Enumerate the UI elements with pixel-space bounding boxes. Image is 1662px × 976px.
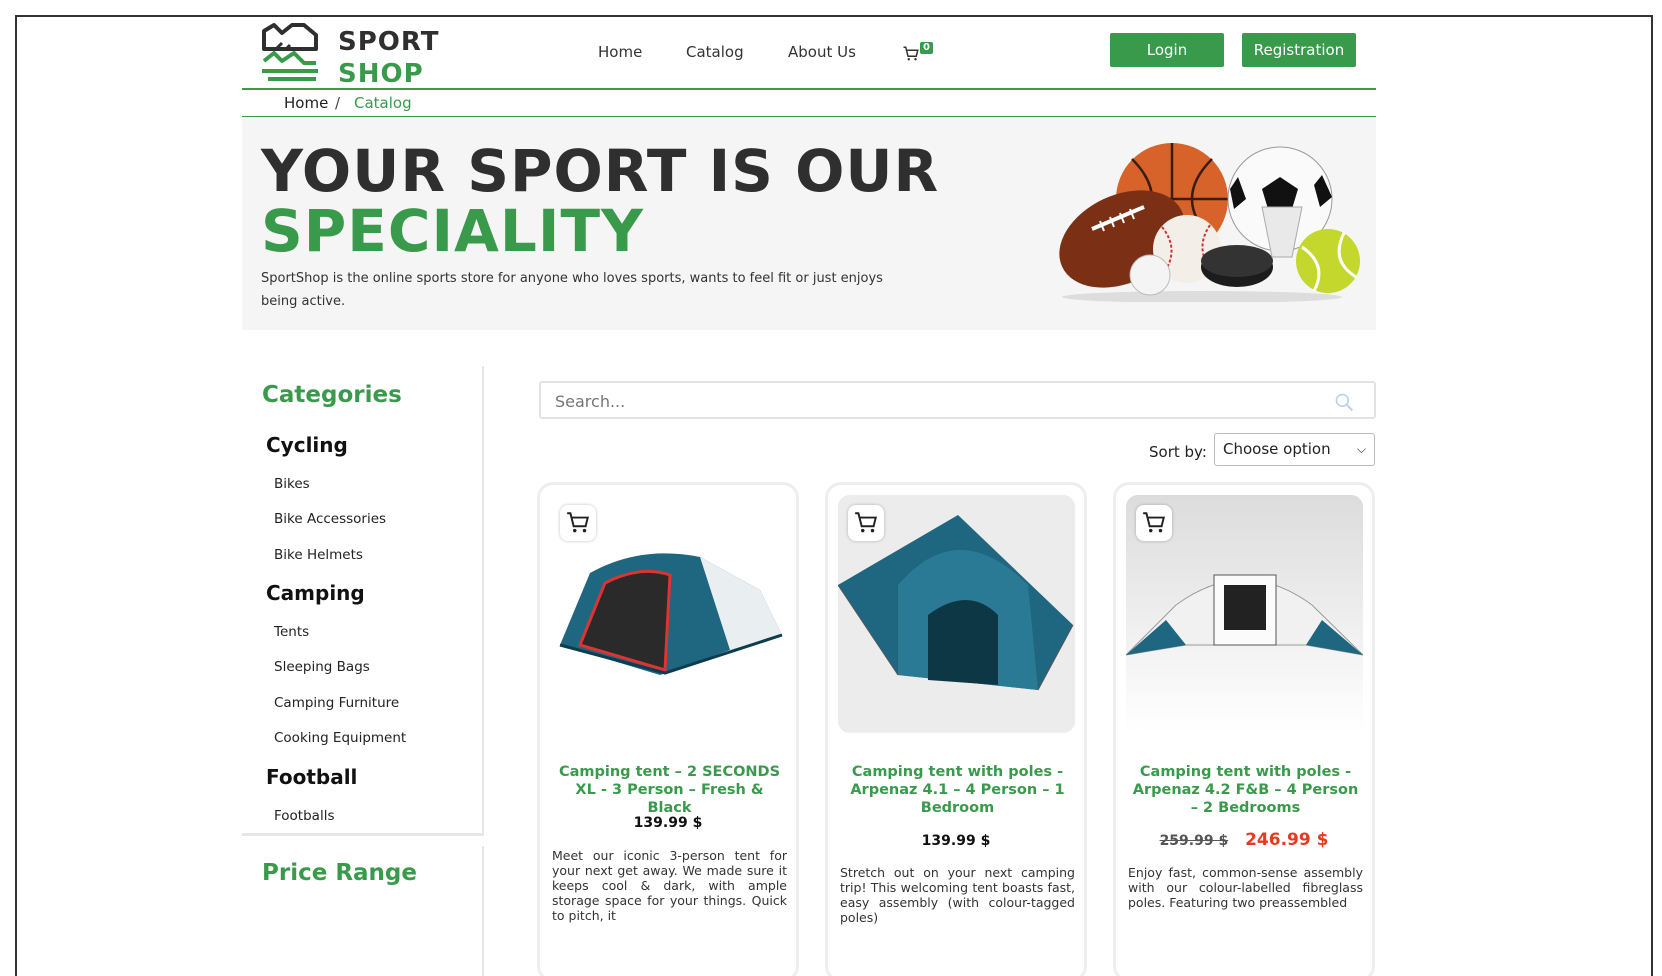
product-title[interactable]: Camping tent – 2 SECONDS XL - 3 Person –… xyxy=(552,763,787,817)
search-box xyxy=(539,381,1376,419)
product-sale-price: 246.99 $ xyxy=(1245,830,1329,850)
product-price-block: 259.99 $ 246.99 $ xyxy=(1116,830,1372,850)
product-description: Enjoy fast, common-sense assembly with o… xyxy=(1128,865,1363,910)
browser-frame: SPORT SHOP Home Catalog About Us 0 Login… xyxy=(15,15,1653,976)
product-description: Meet our iconic 3-person tent for your n… xyxy=(552,848,787,923)
cart-count-badge: 0 xyxy=(920,42,933,54)
shoe-logo-icon xyxy=(262,23,318,81)
hero-description: SportShop is the online sports store for… xyxy=(261,271,883,309)
product-old-price: 259.99 $ xyxy=(1159,833,1229,849)
subcategory-tents[interactable]: Tents xyxy=(274,624,309,640)
product-title[interactable]: Camping tent with poles - Arpenaz 4.1 – … xyxy=(840,763,1075,817)
nav-cart[interactable]: 0 xyxy=(902,42,936,67)
logo-text-shop: SHOP xyxy=(338,59,424,89)
login-button[interactable]: Login xyxy=(1110,33,1224,67)
subcategory-bikes[interactable]: Bikes xyxy=(274,476,310,492)
price-range-panel: Price Range xyxy=(242,846,484,976)
cart-icon xyxy=(1143,512,1165,533)
site-header: SPORT SHOP Home Catalog About Us 0 Login… xyxy=(242,17,1376,90)
nav-catalog[interactable]: Catalog xyxy=(686,43,744,61)
categories-sidebar: Categories Cycling Bikes Bike Accessorie… xyxy=(242,366,484,836)
product-title[interactable]: Camping tent with poles - Arpenaz 4.2 F&… xyxy=(1128,763,1363,817)
product-card[interactable]: Camping tent – 2 SECONDS XL - 3 Person –… xyxy=(537,482,799,976)
logo-text-sport: SPORT xyxy=(338,27,440,57)
subcategory-camping-furniture[interactable]: Camping Furniture xyxy=(274,695,399,711)
category-camping[interactable]: Camping xyxy=(266,581,365,605)
product-price: 139.99 $ xyxy=(633,815,703,831)
nav-home[interactable]: Home xyxy=(598,43,642,61)
subcategory-cooking-equipment[interactable]: Cooking Equipment xyxy=(274,730,406,746)
product-card[interactable]: Camping tent with poles - Arpenaz 4.2 F&… xyxy=(1113,482,1375,976)
subcategory-footballs[interactable]: Footballs xyxy=(274,808,334,824)
product-price: 139.99 $ xyxy=(921,833,991,849)
nav-about-us[interactable]: About Us xyxy=(788,43,856,61)
add-to-cart-button[interactable] xyxy=(848,505,884,541)
subcategory-sleeping-bags[interactable]: Sleeping Bags xyxy=(274,659,370,675)
cart-icon xyxy=(903,46,919,61)
price-range-title: Price Range xyxy=(262,860,417,886)
add-to-cart-button[interactable] xyxy=(560,505,596,541)
hero-heading-line1: YOUR SPORT IS OUR xyxy=(261,137,940,205)
sports-balls-image xyxy=(1059,143,1360,302)
subcategory-bike-helmets[interactable]: Bike Helmets xyxy=(274,547,363,563)
logo[interactable]: SPORT SHOP xyxy=(260,23,460,89)
subcategory-bike-accessories[interactable]: Bike Accessories xyxy=(274,511,386,527)
product-description: Stretch out on your next camping trip! T… xyxy=(840,865,1075,925)
category-cycling[interactable]: Cycling xyxy=(266,433,348,457)
search-icon[interactable] xyxy=(1334,392,1354,412)
cart-icon xyxy=(567,512,589,533)
hero-heading-line2: SPECIALITY xyxy=(261,197,645,265)
breadcrumb-current: Catalog xyxy=(354,94,412,112)
registration-button[interactable]: Registration xyxy=(1242,33,1356,67)
chevron-down-icon: ⌵ xyxy=(1356,442,1366,456)
sort-label: Sort by: xyxy=(1149,443,1207,461)
add-to-cart-button[interactable] xyxy=(1136,505,1172,541)
breadcrumb-separator: / xyxy=(335,94,341,112)
breadcrumb: Home / Catalog xyxy=(242,92,1376,118)
breadcrumb-home[interactable]: Home xyxy=(284,94,328,112)
sort-selected-value: Choose option xyxy=(1223,440,1331,458)
categories-title: Categories xyxy=(262,382,402,408)
product-card[interactable]: Camping tent with poles - Arpenaz 4.1 – … xyxy=(825,482,1087,976)
search-input[interactable] xyxy=(555,389,1315,413)
hero-banner: YOUR SPORT IS OUR SPECIALITY SportShop i… xyxy=(242,117,1376,330)
cart-icon xyxy=(855,512,877,533)
sort-select[interactable]: Choose option ⌵ xyxy=(1214,433,1375,466)
category-football[interactable]: Football xyxy=(266,765,357,789)
